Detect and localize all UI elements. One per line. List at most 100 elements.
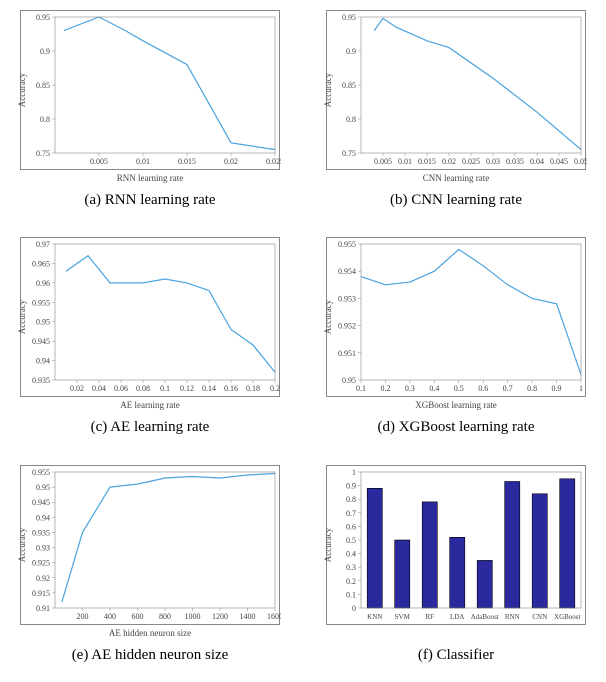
xlabel-c: AE learning rate	[120, 400, 179, 410]
svg-text:0.95: 0.95	[342, 13, 356, 22]
subplot-b: 0.750.80.850.90.950.0050.010.0150.020.02…	[316, 10, 596, 223]
svg-text:0.91: 0.91	[36, 604, 50, 613]
svg-text:0.96: 0.96	[36, 279, 50, 288]
svg-text:0.2: 0.2	[346, 576, 356, 585]
svg-text:0.95: 0.95	[36, 318, 50, 327]
svg-text:RNN: RNN	[505, 613, 520, 621]
svg-text:0.95: 0.95	[36, 13, 50, 22]
svg-text:0.7: 0.7	[503, 384, 513, 393]
svg-text:0: 0	[352, 604, 356, 613]
svg-text:1000: 1000	[185, 612, 201, 621]
svg-text:1: 1	[579, 384, 583, 393]
ylabel-d: Accuracy	[323, 300, 333, 334]
svg-text:0.08: 0.08	[136, 384, 150, 393]
svg-text:600: 600	[132, 612, 144, 621]
xlabel-e: AE hidden neuron size	[109, 628, 191, 638]
plot-b: 0.750.80.850.90.950.0050.010.0150.020.02…	[326, 10, 586, 170]
svg-text:KNN: KNN	[367, 613, 382, 621]
svg-text:0.95: 0.95	[36, 483, 50, 492]
svg-text:0.94: 0.94	[36, 357, 50, 366]
svg-text:0.954: 0.954	[338, 268, 356, 277]
svg-text:0.3: 0.3	[346, 563, 356, 572]
caption-d: (d) XGBoost learning rate	[377, 419, 534, 436]
subplot-d: 0.950.9510.9520.9530.9540.9550.10.20.30.…	[316, 237, 596, 450]
figure-grid: 0.750.80.850.90.950.0050.010.0150.020.02…	[0, 0, 606, 682]
svg-text:SVM: SVM	[395, 613, 411, 621]
svg-text:XGBoost: XGBoost	[554, 613, 581, 621]
plot-d: 0.950.9510.9520.9530.9540.9550.10.20.30.…	[326, 237, 586, 397]
svg-text:1600: 1600	[267, 612, 281, 621]
ylabel-b: Accuracy	[323, 73, 333, 107]
svg-text:0.8: 0.8	[346, 495, 356, 504]
caption-f: (f) Classifier	[418, 647, 494, 664]
svg-text:0.955: 0.955	[32, 299, 50, 308]
svg-text:0.6: 0.6	[478, 384, 488, 393]
svg-text:AdaBoost: AdaBoost	[471, 613, 499, 621]
svg-text:0.7: 0.7	[346, 508, 356, 517]
svg-text:0.75: 0.75	[342, 149, 356, 158]
chart-f-svg: 00.10.20.30.40.50.60.70.80.91KNNSVMRFLDA…	[327, 466, 587, 626]
svg-text:1400: 1400	[240, 612, 256, 621]
svg-text:1: 1	[352, 468, 356, 477]
subplot-e: 0.91 0.915 0.92 0.925 0.93 0.935 0.94 0.945 0.95…	[10, 465, 290, 678]
plot-a: 0.750.80.850.90.950.0050.010.0150.020.02…	[20, 10, 280, 170]
svg-text:0.2: 0.2	[270, 384, 280, 393]
caption-b: (b) CNN learning rate	[390, 192, 522, 209]
svg-text:LDA: LDA	[450, 613, 464, 621]
chart-c-svg: 0.9350.940.9450.950.9550.960.9650.970.02…	[21, 238, 281, 398]
svg-text:0.6: 0.6	[346, 522, 356, 531]
svg-text:0.015: 0.015	[418, 157, 436, 166]
svg-text:CNN: CNN	[532, 613, 547, 621]
svg-text:0.92: 0.92	[36, 573, 50, 582]
svg-text:0.2: 0.2	[380, 384, 390, 393]
svg-text:0.4: 0.4	[346, 549, 356, 558]
svg-text:0.02: 0.02	[442, 157, 456, 166]
plot-e: 0.91 0.915 0.92 0.925 0.93 0.935 0.94 0.945 0.95…	[20, 465, 280, 625]
svg-text:0.945: 0.945	[32, 498, 50, 507]
svg-text:200: 200	[77, 612, 89, 621]
svg-text:0.94: 0.94	[36, 513, 50, 522]
svg-text:0.952: 0.952	[338, 322, 356, 331]
plot-f: 00.10.20.30.40.50.60.70.80.91KNNSVMRFLDA…	[326, 465, 586, 625]
subplot-c: 0.9350.940.9450.950.9550.960.9650.970.02…	[10, 237, 290, 450]
svg-text:0.1: 0.1	[160, 384, 170, 393]
svg-text:0.18: 0.18	[246, 384, 260, 393]
svg-text:0.04: 0.04	[92, 384, 106, 393]
svg-text:0.935: 0.935	[32, 528, 50, 537]
svg-text:0.04: 0.04	[530, 157, 544, 166]
svg-text:0.93: 0.93	[36, 543, 50, 552]
svg-text:0.9: 0.9	[552, 384, 562, 393]
svg-text:0.025: 0.025	[462, 157, 480, 166]
svg-text:0.015: 0.015	[178, 157, 196, 166]
svg-text:0.925: 0.925	[32, 558, 50, 567]
svg-text:0.8: 0.8	[40, 115, 50, 124]
svg-text:0.9: 0.9	[40, 47, 50, 56]
svg-text:0.06: 0.06	[114, 384, 128, 393]
svg-text:0.953: 0.953	[338, 295, 356, 304]
svg-text:0.005: 0.005	[90, 157, 108, 166]
svg-text:400: 400	[104, 612, 116, 621]
svg-text:0.1: 0.1	[356, 384, 366, 393]
svg-text:0.95: 0.95	[342, 376, 356, 385]
svg-text:0.5: 0.5	[454, 384, 464, 393]
svg-text:0.955: 0.955	[32, 468, 50, 477]
svg-text:0.945: 0.945	[32, 337, 50, 346]
caption-c: (c) AE learning rate	[91, 419, 210, 436]
svg-text:0.045: 0.045	[550, 157, 568, 166]
xlabel-b: CNN learning rate	[423, 173, 489, 183]
svg-text:0.02: 0.02	[224, 157, 238, 166]
chart-b-svg: 0.750.80.850.90.950.0050.010.0150.020.02…	[327, 11, 587, 171]
caption-a: (a) RNN learning rate	[84, 192, 215, 209]
svg-text:0.935: 0.935	[32, 376, 50, 385]
svg-text:1200: 1200	[212, 612, 228, 621]
svg-text:0.01: 0.01	[398, 157, 412, 166]
chart-d-svg: 0.950.9510.9520.9530.9540.9550.10.20.30.…	[327, 238, 587, 398]
svg-text:0.915: 0.915	[32, 589, 50, 598]
chart-a-svg: 0.750.80.850.90.950.0050.010.0150.020.02…	[21, 11, 281, 171]
svg-text:0.005: 0.005	[374, 157, 392, 166]
subplot-a: 0.750.80.850.90.950.0050.010.0150.020.02…	[10, 10, 290, 223]
ylabel-a: Accuracy	[17, 73, 27, 107]
svg-text:0.9: 0.9	[346, 481, 356, 490]
subplot-f: 00.10.20.30.40.50.60.70.80.91KNNSVMRFLDA…	[316, 465, 596, 678]
svg-text:0.05: 0.05	[574, 157, 587, 166]
